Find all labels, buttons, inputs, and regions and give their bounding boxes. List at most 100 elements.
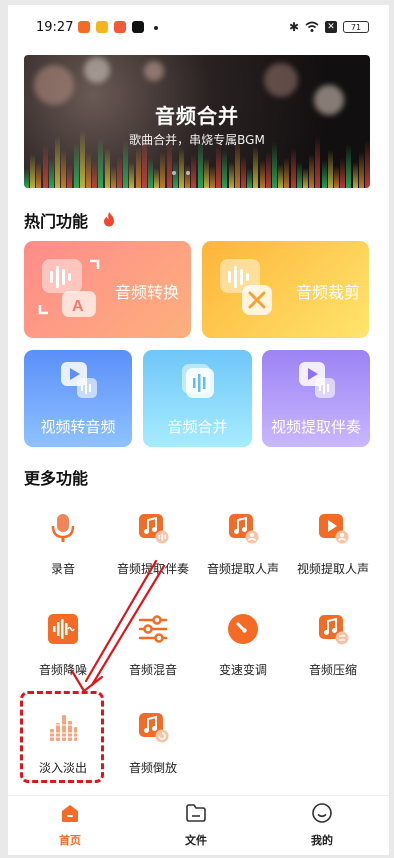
- feature-audio-mix[interactable]: 音频混音: [108, 613, 198, 678]
- nav-profile-label: 我的: [311, 834, 333, 847]
- equalizer-bar: [278, 164, 284, 188]
- nav-profile[interactable]: 我的: [292, 802, 352, 848]
- app-screen: 19:27 ✱ ✕ 71 音频合并 歌曲合并，串烧专属BGM 热门功能 A 音频…: [8, 5, 389, 855]
- equalizer-bar: [259, 160, 265, 188]
- equalizer-bar: [309, 154, 315, 188]
- feature-audio-compress-label: 音频压缩: [308, 663, 357, 677]
- equalizer-bar: [104, 148, 110, 188]
- equalizer-bar: [24, 168, 29, 188]
- equalizer-bar: [154, 168, 160, 188]
- wifi-icon: [305, 21, 319, 32]
- equalizer-bar: [129, 162, 135, 188]
- equalizer-bar: [346, 144, 352, 188]
- hot-section-title: 热门功能: [24, 212, 89, 231]
- equalizer-bar: [265, 152, 271, 188]
- speed-gauge-icon: [228, 614, 258, 644]
- battery-icon: 71: [343, 21, 369, 33]
- feature-audio-extract-accompaniment[interactable]: 音频提取伴奏: [108, 512, 198, 577]
- nav-home[interactable]: 首页: [40, 802, 100, 848]
- audio-trim-label: 音频裁剪: [296, 283, 361, 302]
- feature-audio-compress[interactable]: 音频压缩: [288, 613, 378, 678]
- banner-subtitle: 歌曲合并，串烧专属BGM: [129, 133, 265, 147]
- equalizer-bar: [110, 166, 116, 188]
- equalizer-bar: [222, 150, 228, 188]
- audio-merge-card[interactable]: 音频合并: [143, 350, 252, 447]
- nav-home-label: 首页: [59, 834, 81, 847]
- banner-pagination: [172, 171, 190, 175]
- feature-audio-denoise[interactable]: 音频降噪: [18, 613, 108, 678]
- equalizer-bar: [272, 142, 277, 188]
- highlight-dashed-box: [20, 691, 104, 783]
- smiley-icon: [312, 803, 332, 823]
- video-extract-accompaniment-icon: [299, 362, 335, 398]
- equalizer-bar: [117, 156, 122, 188]
- equalizer-bar: [135, 146, 141, 188]
- feature-audio-reverse[interactable]: 音频倒放: [108, 711, 198, 776]
- equalizer-bar: [303, 168, 308, 188]
- video-to-audio-card[interactable]: 视频转音频: [24, 350, 132, 447]
- feature-audio-reverse-label: 音频倒放: [128, 761, 177, 775]
- nav-files[interactable]: 文件: [166, 802, 226, 848]
- feature-audio-extract-vocals-label: 音频提取人声: [206, 562, 279, 576]
- music-person-icon: [229, 514, 259, 544]
- equalizer-bar: [42, 144, 48, 188]
- sim-icon: ✕: [325, 21, 337, 33]
- video-to-audio-icon: [61, 362, 97, 398]
- svg-text:A: A: [72, 298, 84, 315]
- equalizer-bar: [61, 150, 67, 188]
- equalizer-bar: [92, 160, 98, 188]
- microphone-icon: [51, 514, 75, 542]
- audio-merge-icon: [182, 364, 214, 398]
- equalizer-bar: [334, 166, 339, 188]
- feature-audio-mix-label: 音频混音: [128, 663, 177, 677]
- equalizer-bar: [36, 162, 42, 188]
- video-play-icon: [319, 514, 349, 544]
- audio-merge-label: 音频合并: [167, 418, 228, 436]
- equalizer-bar: [67, 164, 73, 188]
- notification-icon-2: [96, 21, 108, 33]
- banner-title: 音频合并: [155, 104, 239, 128]
- feature-video-extract-vocals-label: 视频提取人声: [296, 562, 369, 576]
- tiktok-icon: [132, 21, 144, 33]
- video-extract-accompaniment-card[interactable]: 视频提取伴奏: [262, 350, 370, 447]
- equalizer-bar: [185, 164, 191, 188]
- equalizer-bar: [191, 154, 197, 188]
- banner-dot-2[interactable]: [186, 171, 190, 175]
- equalizer-bar: [321, 160, 327, 188]
- equalizer-bar: [160, 152, 166, 188]
- home-icon: [62, 805, 78, 822]
- equalizer-bar: [247, 168, 253, 188]
- equalizer-bar: [148, 158, 153, 188]
- banner-dot-1[interactable]: [172, 171, 176, 175]
- feature-audio-extract-vocals[interactable]: 音频提取人声: [198, 512, 288, 577]
- audio-trim-card[interactable]: 音频裁剪: [202, 241, 369, 338]
- status-bar: 19:27 ✱ ✕ 71: [8, 5, 389, 45]
- audio-convert-label: 音频转换: [115, 283, 180, 302]
- more-section-title: 更多功能: [24, 469, 89, 488]
- folder-icon: [186, 804, 206, 822]
- equalizer-bar: [73, 142, 79, 188]
- equalizer-bar: [48, 158, 54, 188]
- nav-files-label: 文件: [185, 834, 207, 847]
- equalizer-bar: [340, 158, 346, 188]
- feature-audio-denoise-label: 音频降噪: [38, 663, 87, 677]
- equalizer-bar: [30, 154, 36, 188]
- equalizer-bar: [358, 152, 364, 188]
- equalizer-bar: [166, 142, 172, 188]
- promo-banner[interactable]: 音频合并 歌曲合并，串烧专属BGM: [24, 55, 370, 188]
- feature-record[interactable]: 录音: [18, 512, 108, 577]
- notification-icon-3: [114, 21, 126, 33]
- feature-speed-pitch-label: 变速变调: [218, 663, 267, 677]
- notification-icon-1: [78, 21, 90, 33]
- equalizer-bar: [241, 156, 246, 188]
- audio-convert-card[interactable]: A 音频转换: [24, 241, 191, 338]
- equalizer-bar: [210, 166, 215, 188]
- music-note-icon: [139, 514, 169, 544]
- status-indicators: ✱ ✕ 71: [289, 20, 369, 34]
- video-extract-accompaniment-label: 视频提取伴奏: [270, 418, 361, 436]
- equalizer-bar: [203, 158, 209, 188]
- feature-record-label: 录音: [50, 562, 75, 576]
- feature-video-extract-vocals[interactable]: 视频提取人声: [288, 512, 378, 577]
- feature-speed-pitch[interactable]: 变速变调: [198, 613, 288, 678]
- waveform-icon: [48, 614, 78, 644]
